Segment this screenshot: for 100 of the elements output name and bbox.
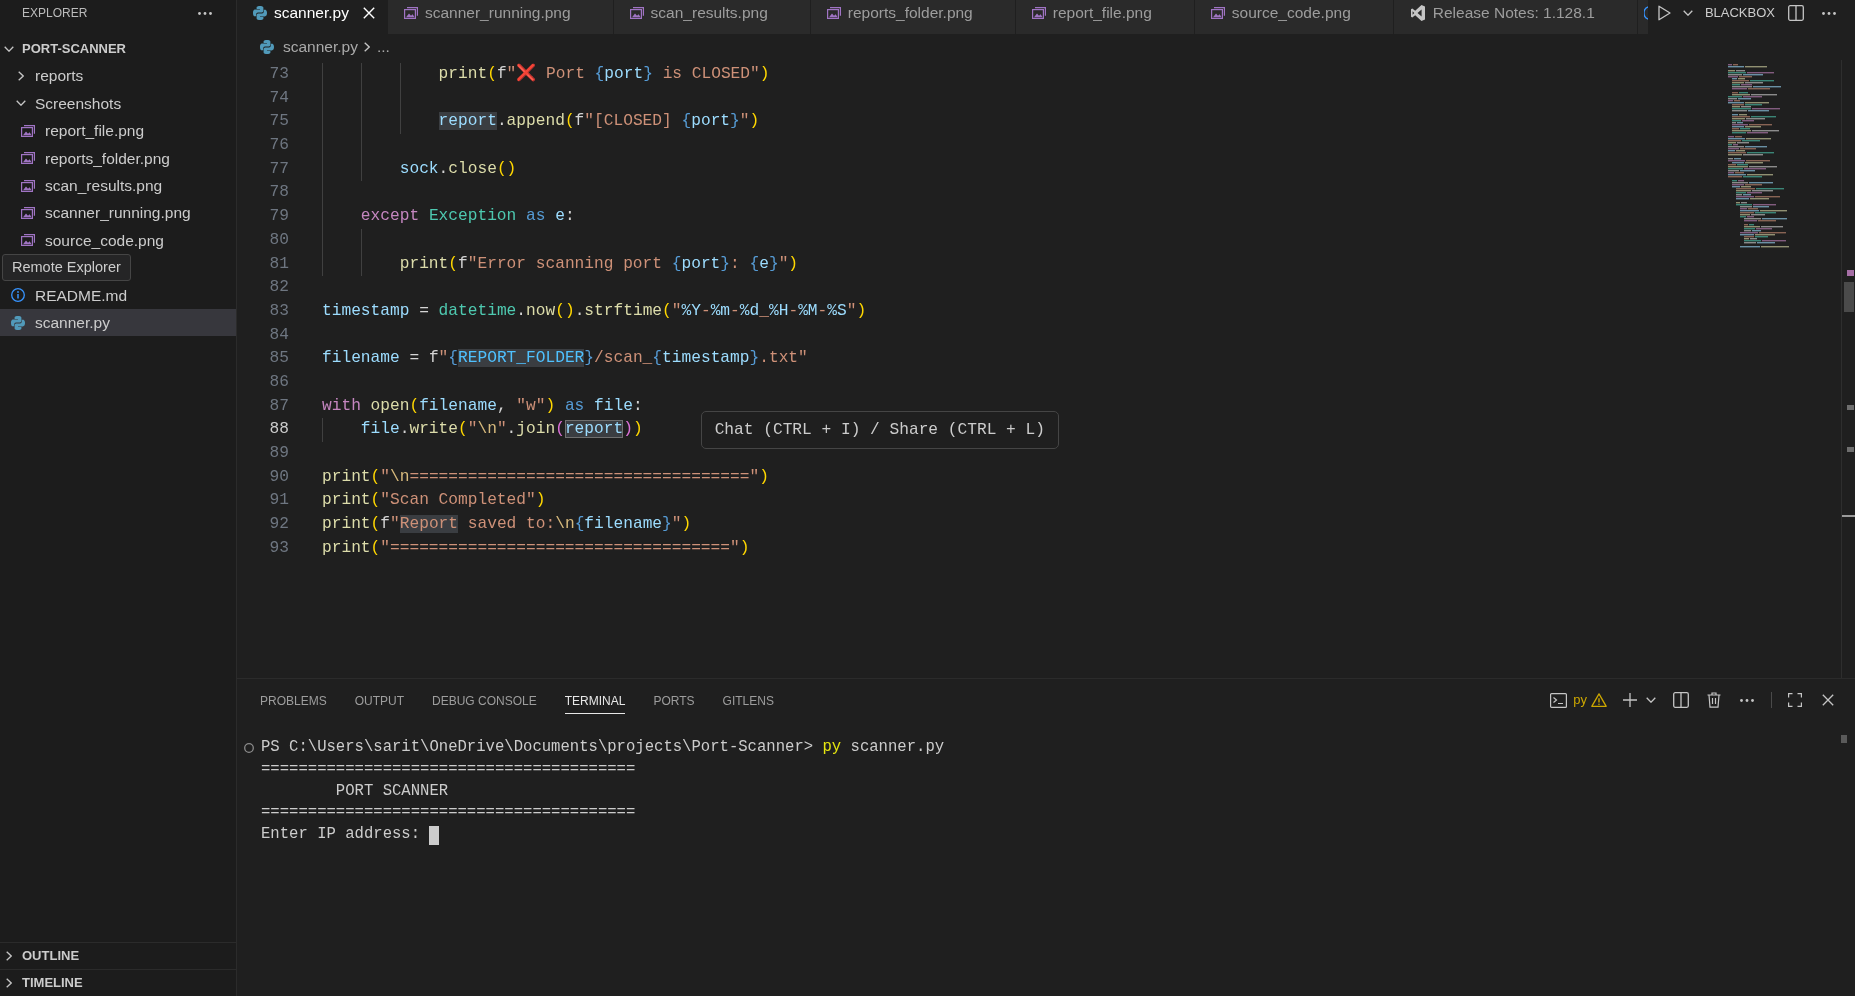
line-number: 81: [268, 253, 289, 275]
editor-tab[interactable]: scanner_running.png: [387, 0, 614, 34]
folder-item[interactable]: reports: [0, 62, 236, 90]
editor-tab[interactable]: report_file.png: [1015, 0, 1195, 34]
panel-tab[interactable]: GITLENS: [722, 679, 774, 714]
file-item[interactable]: reports_folder.png: [0, 144, 236, 172]
image-icon: [1031, 7, 1046, 19]
code-line: print("==================================="): [322, 537, 750, 559]
terminal-line: PS C:\Users\sarit\OneDrive\Documents\projects\Port-Scanner> py scanner.py: [261, 737, 945, 758]
code-line: report.append(f"[CLOSED] {port}"): [437, 111, 760, 133]
panel-tab[interactable]: PROBLEMS: [260, 679, 327, 714]
plus-icon[interactable]: [1623, 693, 1637, 707]
terminal-line: ========================================: [261, 802, 636, 824]
code-line: print("\n==================================="): [322, 466, 769, 488]
panel-tab[interactable]: TERMINAL: [564, 679, 626, 714]
line-number: 85: [268, 348, 289, 370]
code-line: print("Scan Completed"): [322, 490, 546, 512]
code-line: print(f"Error scanning port {port}: {e}"): [398, 253, 799, 275]
editor-tab[interactable]: Release Notes: 1.128.1: [1393, 0, 1638, 34]
code-line: file.write("\n".join(report)): [359, 419, 643, 441]
line-number: 89: [268, 443, 289, 464]
terminal-line: PORT SCANNER: [334, 780, 449, 802]
line-number: 79: [268, 206, 289, 228]
code-line: sock.close(): [398, 158, 517, 180]
more-icon[interactable]: [198, 12, 212, 15]
line-number: 92: [268, 514, 289, 536]
line-number: 83: [268, 300, 289, 322]
sidebar-title: EXPLORER: [22, 6, 88, 20]
line-number: 86: [268, 371, 289, 393]
minimap[interactable]: [1728, 64, 1789, 248]
image-icon: [21, 207, 35, 220]
file-item[interactable]: scan_results.png: [0, 171, 236, 200]
more-icon[interactable]: [1822, 11, 1836, 15]
info-icon: [11, 288, 25, 303]
chevron-right-icon: [363, 42, 370, 52]
folder-item[interactable]: Screenshots: [0, 89, 236, 118]
toolbar-button[interactable]: BLACKBOX: [1704, 5, 1775, 21]
editor-scrollbar[interactable]: [1841, 60, 1855, 678]
chevron-down-icon[interactable]: [1646, 697, 1656, 703]
panel-tab[interactable]: OUTPUT: [354, 679, 405, 714]
editor-tab[interactable]: reports_folder.png: [810, 0, 1016, 34]
panel-tab[interactable]: PORTS: [653, 679, 695, 714]
circle-icon: [244, 742, 254, 753]
image-icon: [826, 7, 841, 19]
line-number: 76: [268, 135, 289, 157]
line-number: 90: [268, 466, 289, 488]
breadcrumb-item[interactable]: ...: [376, 35, 390, 59]
section-header[interactable]: TIMELINE: [0, 969, 236, 996]
image-icon: [21, 152, 35, 165]
terminal-line: Enter IP address:: [261, 824, 421, 846]
editor-tab[interactable]: source_code.png: [1194, 0, 1394, 34]
line-number: 84: [268, 324, 289, 346]
section-header[interactable]: OUTLINE: [0, 942, 236, 969]
line-number: 80: [268, 229, 289, 251]
image-icon: [403, 7, 418, 19]
run-icon[interactable]: [1657, 5, 1671, 21]
image-icon: [1210, 7, 1225, 19]
chevron-down-icon[interactable]: [1682, 10, 1693, 16]
code-line: timestamp = datetime.now().strftime("%Y-%m-%d_%H-%M-%S"): [322, 300, 867, 322]
file-item[interactable]: report_file.png: [0, 117, 236, 145]
terminal-icon: [1550, 692, 1568, 708]
file-item[interactable]: source_code.png: [0, 226, 236, 255]
code-line: print(f"❌ Port {port} is CLOSED"): [437, 63, 770, 85]
split-editor-icon[interactable]: [1788, 5, 1804, 21]
indent-guides: [322, 181, 323, 206]
python-icon: [11, 315, 25, 330]
code-line: with open(filename, "w") as file:: [322, 395, 643, 417]
split-panel-icon[interactable]: [1673, 692, 1689, 708]
folder-header[interactable]: PORT-SCANNER: [0, 35, 236, 63]
line-number: 75: [268, 111, 289, 133]
terminal-line: ========================================: [261, 758, 636, 780]
python-icon: [253, 6, 267, 20]
scrollbar-thumb[interactable]: [1841, 735, 1847, 743]
tooltip: Remote Explorer: [2, 254, 131, 282]
image-icon: [21, 234, 35, 247]
line-number: 74: [268, 87, 289, 109]
image-icon: [21, 179, 35, 192]
line-number: 73: [268, 64, 289, 85]
file-item[interactable]: README.md: [0, 281, 236, 309]
file-item[interactable]: scanner_running.png: [0, 199, 236, 227]
shell-button[interactable]: py: [1550, 692, 1607, 708]
trash-icon[interactable]: [1707, 692, 1721, 708]
line-number: 91: [268, 490, 289, 512]
panel-tab[interactable]: DEBUG CONSOLE: [432, 679, 537, 714]
maximize-icon[interactable]: [1788, 693, 1802, 707]
line-number: 93: [268, 537, 289, 559]
more-icon[interactable]: [1740, 698, 1754, 702]
line-number: 82: [268, 277, 289, 299]
python-icon: [260, 40, 274, 54]
image-icon: [21, 124, 35, 137]
editor-tab[interactable]: scan_results.png: [613, 0, 811, 34]
image-icon: [629, 7, 644, 19]
inline-hint: Chat (CTRL + I) / Share (CTRL + L): [700, 411, 1059, 450]
code-line: except Exception as e:: [359, 206, 575, 228]
vscode-logo-icon: [1409, 5, 1426, 21]
close-icon[interactable]: [1822, 694, 1834, 706]
file-item[interactable]: scanner.py: [0, 308, 236, 337]
breadcrumb-item[interactable]: scanner.py: [260, 35, 358, 59]
line-number: 77: [268, 158, 289, 180]
line-number: 87: [268, 395, 289, 417]
